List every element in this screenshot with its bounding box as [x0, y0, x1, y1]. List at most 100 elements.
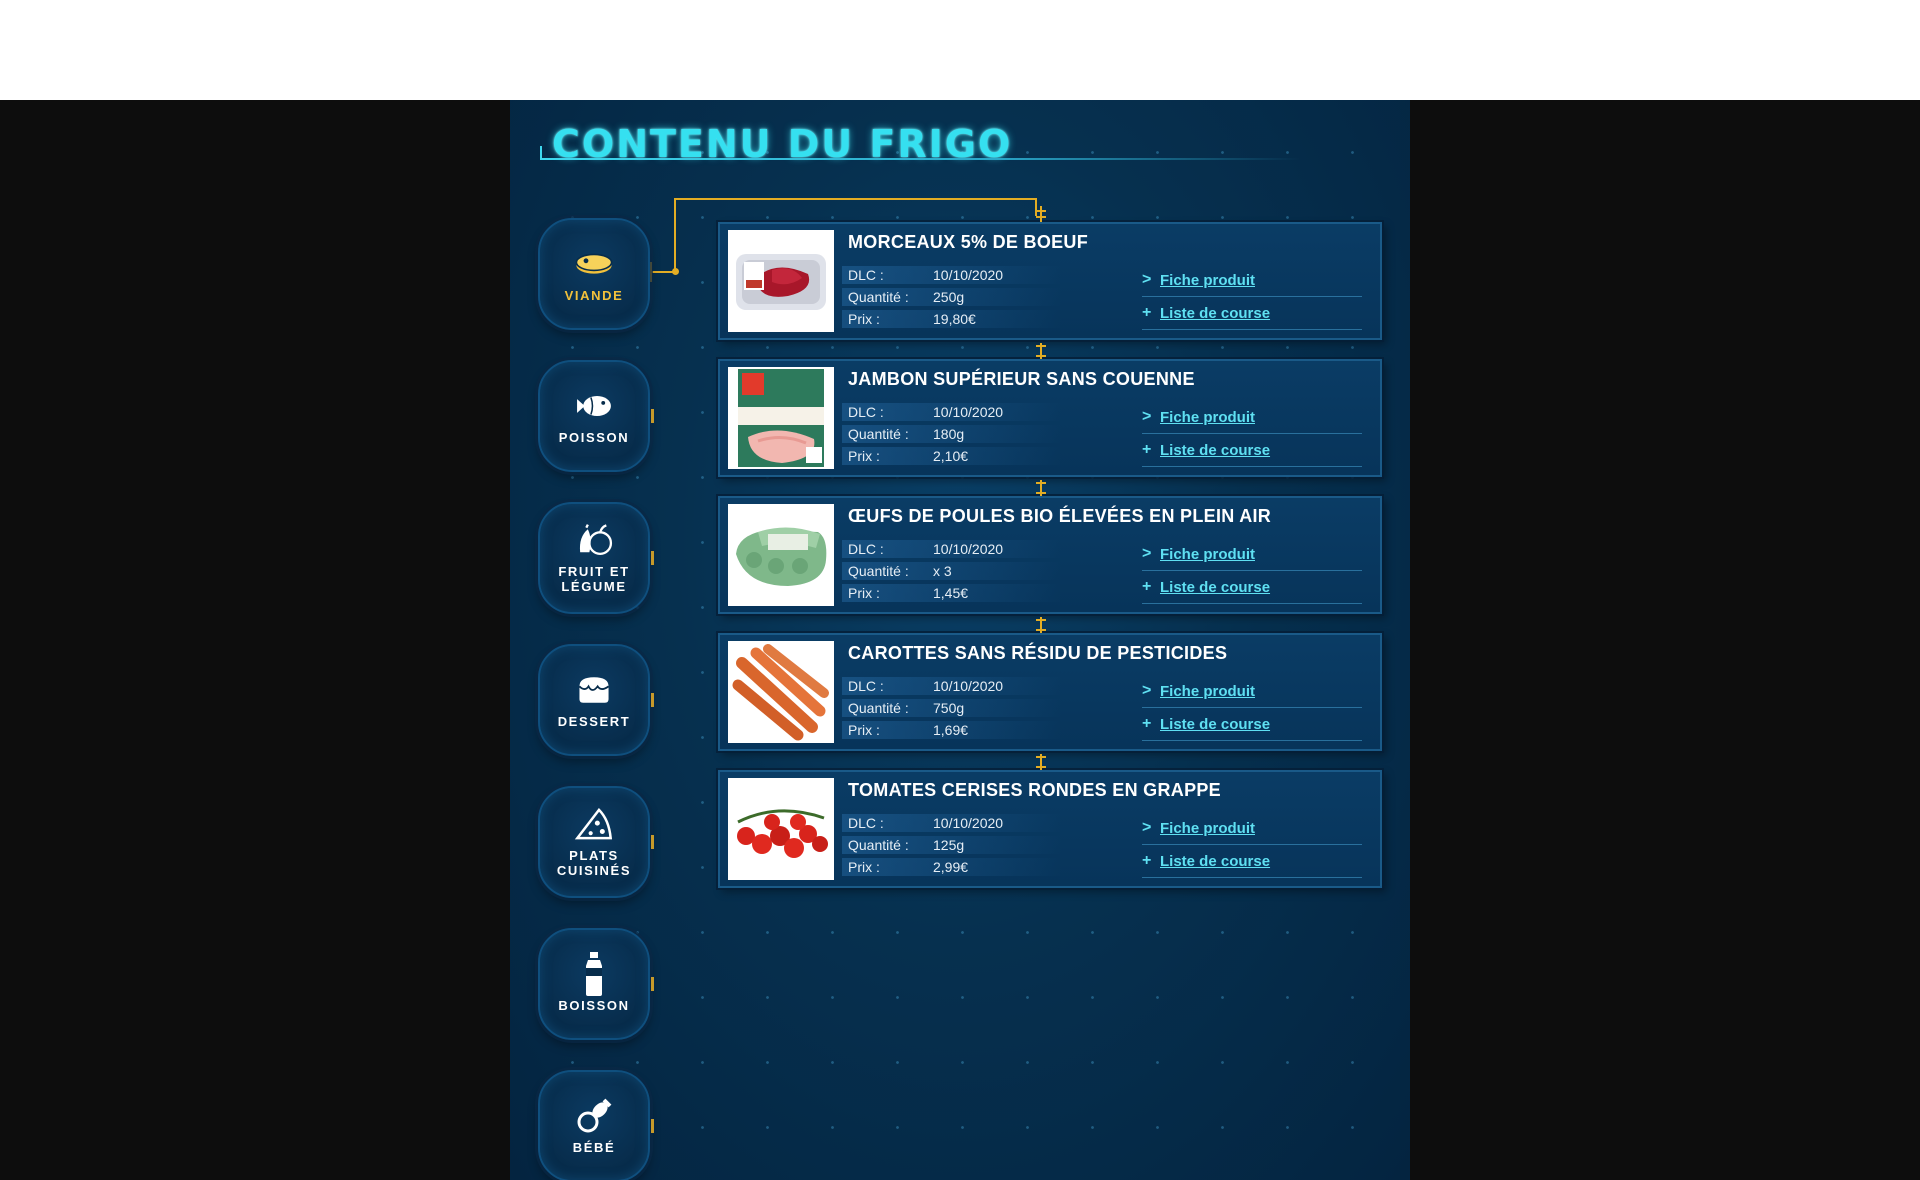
category-label: Plats cuisinés	[556, 848, 632, 878]
quantity-value: 125g	[933, 837, 965, 853]
chevron-right-icon: >	[1142, 819, 1152, 836]
product-image	[728, 641, 834, 743]
price-value: 1,45€	[933, 585, 969, 601]
liste-de-course-link[interactable]: Liste de course	[1160, 442, 1270, 459]
chevron-right-icon: >	[1142, 682, 1152, 699]
dlc-value: 10/10/2020	[933, 541, 1004, 557]
dlc-label: DLC :	[848, 678, 884, 694]
product-image	[728, 504, 834, 606]
product-card: JAMBON SUPÉRIEUR SANS COUENNE DLC : 10/10…	[718, 343, 1382, 477]
quantity-label: Quantité :	[848, 700, 909, 716]
pizza-icon	[574, 806, 614, 842]
product-info: DLC : 10/10/2020 Quantité : 750g Prix : 1,6…	[841, 675, 1063, 741]
fiche-produit-link[interactable]: Fiche produit	[1160, 820, 1255, 837]
category-label: Fruit et légume	[558, 564, 630, 594]
fiche-produit-link[interactable]: Fiche produit	[1160, 409, 1255, 426]
dlc-label: DLC :	[848, 404, 884, 420]
product-name: JAMBON SUPÉRIEUR SANS COUENNE	[848, 369, 1195, 389]
product-card: MORCEAUX 5% DE BOEUF DLC : 10/10/2020 Qua…	[718, 206, 1382, 340]
category-plats-cuisines[interactable]: Plats cuisinés	[538, 786, 654, 898]
dlc-value: 10/10/2020	[933, 678, 1004, 694]
plus-icon: +	[1142, 304, 1152, 321]
dlc-label: DLC :	[848, 541, 884, 557]
category-tick	[651, 551, 654, 565]
category-bebe[interactable]: Bébé	[538, 1070, 654, 1180]
price-value: 2,99€	[933, 859, 969, 875]
price-label: Prix :	[848, 448, 880, 464]
category-tick	[651, 835, 654, 849]
product-name: MORCEAUX 5% DE BOEUF	[848, 232, 1089, 252]
fiche-produit-link[interactable]: Fiche produit	[1160, 683, 1255, 700]
product-card: TOMATES CERISES RONDES EN GRAPPE DLC : 10…	[718, 754, 1382, 888]
fridge-panel: Contenu du frigo Viande Poisson Fruit et…	[510, 100, 1410, 1180]
product-card: ŒUFS DE POULES BIO ÉLEVÉES EN PLEIN AIR …	[718, 480, 1382, 614]
chevron-right-icon: >	[1142, 408, 1152, 425]
quantity-value: 750g	[933, 700, 965, 716]
product-info: DLC : 10/10/2020 Quantité : 250g Prix : 19,…	[841, 264, 1063, 330]
category-tick	[651, 977, 654, 991]
category-label: Dessert	[557, 713, 631, 729]
dlc-value: 10/10/2020	[933, 404, 1004, 420]
product-image	[728, 230, 834, 332]
plus-icon: +	[1142, 852, 1152, 869]
category-poisson[interactable]: Poisson	[538, 360, 654, 472]
quantity-label: Quantité :	[848, 289, 909, 305]
category-label: Boisson	[558, 997, 630, 1013]
connector-dot	[672, 268, 679, 275]
top-bar	[0, 0, 1920, 100]
liste-de-course-link[interactable]: Liste de course	[1160, 716, 1270, 733]
product-info: DLC : 10/10/2020 Quantité : x 3 Prix : 1,45…	[841, 538, 1063, 604]
liste-de-course-link[interactable]: Liste de course	[1160, 305, 1270, 322]
category-label: Poisson	[558, 429, 630, 445]
title-underline	[540, 146, 1300, 160]
category-label: Viande	[564, 287, 624, 303]
chevron-right-icon: >	[1142, 271, 1152, 288]
bottle-icon	[574, 951, 614, 996]
category-fruit-et-legume[interactable]: Fruit et légume	[538, 502, 654, 614]
dlc-label: DLC :	[848, 815, 884, 831]
dlc-value: 10/10/2020	[933, 815, 1004, 831]
product-card: CAROTTES SANS RÉSIDU DE PESTICIDES DLC :…	[718, 617, 1382, 751]
category-label: Bébé	[572, 1139, 616, 1155]
steak-icon	[574, 246, 614, 282]
plus-icon: +	[1142, 578, 1152, 595]
connector-line	[650, 262, 652, 282]
price-value: 1,69€	[933, 722, 969, 738]
product-image	[728, 778, 834, 880]
price-label: Prix :	[848, 859, 880, 875]
connector-joint	[1036, 343, 1046, 359]
price-label: Prix :	[848, 311, 880, 327]
product-info: DLC : 10/10/2020 Quantité : 125g Prix : 2,9…	[841, 812, 1063, 878]
plus-icon: +	[1142, 441, 1152, 458]
quantity-label: Quantité :	[848, 563, 909, 579]
product-name: ŒUFS DE POULES BIO ÉLEVÉES EN PLEIN AIR	[848, 506, 1272, 526]
quantity-value: 250g	[933, 289, 965, 305]
product-name: TOMATES CERISES RONDES EN GRAPPE	[848, 780, 1221, 800]
connector-line	[674, 198, 1037, 200]
category-viande[interactable]: Viande	[538, 218, 650, 330]
dlc-label: DLC :	[848, 267, 884, 283]
category-dessert[interactable]: Dessert	[538, 644, 654, 756]
connector-joint	[1036, 206, 1046, 222]
dlc-value: 10/10/2020	[933, 267, 1004, 283]
quantity-label: Quantité :	[848, 426, 909, 442]
connector-joint	[1036, 754, 1046, 770]
liste-de-course-link[interactable]: Liste de course	[1160, 853, 1270, 870]
quantity-value: 180g	[933, 426, 965, 442]
price-value: 2,10€	[933, 448, 969, 464]
product-image	[728, 367, 834, 469]
dessert-icon	[574, 672, 614, 708]
category-tick	[651, 409, 654, 423]
liste-de-course-link[interactable]: Liste de course	[1160, 579, 1270, 596]
connector-joint	[1036, 480, 1046, 496]
category-boisson[interactable]: Boisson	[538, 928, 654, 1040]
price-label: Prix :	[848, 585, 880, 601]
fruit-vegetable-icon	[574, 522, 614, 558]
category-tick	[651, 1119, 654, 1133]
fish-icon	[574, 388, 614, 424]
category-tick	[651, 693, 654, 707]
fiche-produit-link[interactable]: Fiche produit	[1160, 272, 1255, 289]
price-label: Prix :	[848, 722, 880, 738]
product-name: CAROTTES SANS RÉSIDU DE PESTICIDES	[848, 643, 1228, 663]
fiche-produit-link[interactable]: Fiche produit	[1160, 546, 1255, 563]
